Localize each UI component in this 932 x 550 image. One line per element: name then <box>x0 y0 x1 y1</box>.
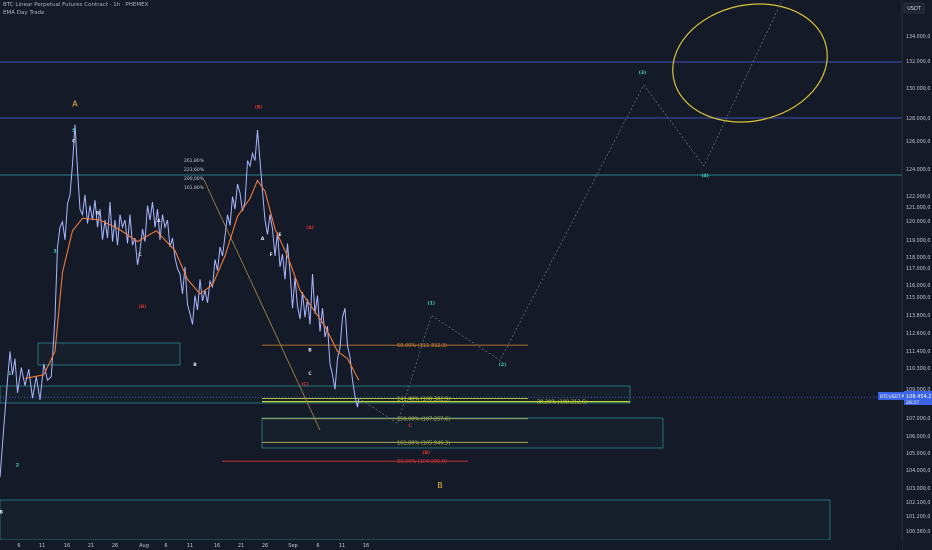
x-tick-label: 26 <box>112 543 118 549</box>
wave-label: (A) <box>306 225 314 231</box>
x-tick-label: 16 <box>363 543 369 549</box>
currency-button-label[interactable]: USDT <box>907 6 922 12</box>
x-tick-label: 11 <box>39 543 45 549</box>
x-tick-label: 21 <box>88 543 94 549</box>
wave-label: B <box>437 481 443 490</box>
wave-label: B <box>0 509 3 515</box>
wave-label: (B) <box>139 304 147 310</box>
y-tick-label: 117.000,0 <box>906 266 930 272</box>
y-tick-label: 111.400,0 <box>906 349 930 355</box>
chart-canvas[interactable]: (135.062,5)(133.211,0)(131.159,6)50,00% … <box>0 0 932 550</box>
support-zone <box>37 342 181 366</box>
y-tick-label: 106.000,0 <box>906 434 930 440</box>
wave-label: E <box>278 232 281 238</box>
support-zone <box>0 499 831 541</box>
fib-level-label: 50,00% (111.332,3) <box>397 343 447 349</box>
chart[interactable]: (135.062,5)(133.211,0)(131.159,6)50,00% … <box>0 0 932 550</box>
y-tick-label: 110.300,0 <box>906 366 930 372</box>
fib-level-label: 38,20% (108.212,6) <box>537 400 587 406</box>
wave-label: F <box>270 252 273 258</box>
y-tick-label: 121.000,0 <box>906 205 930 211</box>
fib-level-label: 150,00% (107.257,6) <box>397 417 450 423</box>
chart-title: BTC Linear Perpetual Futures Contract · … <box>3 2 149 8</box>
wave-label: 3 <box>53 248 56 254</box>
wave-label: B <box>193 362 197 368</box>
wave-label: 5 <box>72 128 75 134</box>
y-tick-label: 134.000,0 <box>906 34 930 40</box>
y-tick-label: 107.000,0 <box>906 416 930 422</box>
wave-label: (3) <box>639 70 646 76</box>
wave-label: (C) <box>301 382 309 388</box>
support-zone <box>0 385 631 404</box>
x-tick-label: 16 <box>214 543 220 549</box>
wave-label: (1) <box>428 301 435 307</box>
y-tick-label: 113.800,0 <box>906 313 930 319</box>
y-tick-label: 101.200,0 <box>906 514 930 520</box>
y-tick-label: 122.000,0 <box>906 194 930 200</box>
x-tick-label: 6 <box>316 543 319 549</box>
y-tick-label: 102.100,0 <box>906 500 930 506</box>
wave-label: B <box>308 347 312 353</box>
x-tick-label: 6 <box>164 543 167 549</box>
wave-label: C <box>138 252 142 258</box>
wave-label: 2 <box>16 463 19 469</box>
y-axis-panel <box>902 0 932 550</box>
y-tick-label: 118.000,0 <box>906 255 930 261</box>
y-tick-label: 124.000,0 <box>906 167 930 173</box>
fib-level-label: 23,60% (104.905,0) <box>397 459 447 465</box>
y-tick-label: 115.000,0 <box>906 295 930 301</box>
support-zone <box>261 417 664 449</box>
x-tick-label: 11 <box>187 543 193 549</box>
wave-label: A <box>72 100 78 109</box>
y-tick-label: 103.000,0 <box>906 486 930 492</box>
wave-label: B <box>96 211 100 217</box>
wave-label: (B) <box>255 104 263 110</box>
wave-label: A <box>157 218 161 224</box>
wave-label: 1 <box>8 371 11 377</box>
x-tick-label: 16 <box>64 543 70 549</box>
symbol-badge-label: BTCUSDT.P <box>880 394 904 400</box>
indicator-name: EMA Day Trade <box>3 10 45 16</box>
wave-label: (4) <box>701 173 708 179</box>
y-tick-label: 112.600,0 <box>906 331 930 337</box>
x-tick-label: 26 <box>262 543 268 549</box>
fib-level-label: 161,80% (105.946,3) <box>397 440 450 446</box>
y-tick-label: 128.000,0 <box>906 116 930 122</box>
y-tick-label: 104.000,0 <box>906 468 930 474</box>
x-axis-panel <box>0 540 902 550</box>
price-badge-label: 108.454,2 <box>906 394 931 400</box>
y-tick-label: 126.000,0 <box>906 139 930 145</box>
countdown-label: 28:27 <box>906 400 919 406</box>
y-tick-label: 119.000,0 <box>906 238 930 244</box>
y-tick-label: 100.360,0 <box>906 529 930 535</box>
wave-label: C <box>308 371 312 377</box>
x-tick-label: 6 <box>17 543 20 549</box>
y-tick-label: 130.000,0 <box>906 86 930 92</box>
series-line <box>358 0 783 424</box>
y-tick-label: 132.000,0 <box>906 59 930 65</box>
wave-label: A <box>261 236 265 242</box>
wave-label: (2) <box>499 362 506 368</box>
fib-tag: 261,80% <box>184 158 205 164</box>
x-tick-label: 21 <box>238 543 244 549</box>
fib-tag: 161,80% <box>184 185 205 191</box>
fib-tag: 223,60% <box>184 167 205 173</box>
x-tick-label: Aug <box>139 543 149 549</box>
y-tick-label: 105.000,0 <box>906 451 930 457</box>
wave-label: (B) <box>422 450 430 456</box>
x-tick-label: Sep <box>288 543 297 549</box>
fib-tag: 200,00% <box>184 176 205 182</box>
x-tick-label: 11 <box>339 543 345 549</box>
y-tick-label: 116.000,0 <box>906 283 930 289</box>
y-tick-label: 120.000,0 <box>906 219 930 225</box>
